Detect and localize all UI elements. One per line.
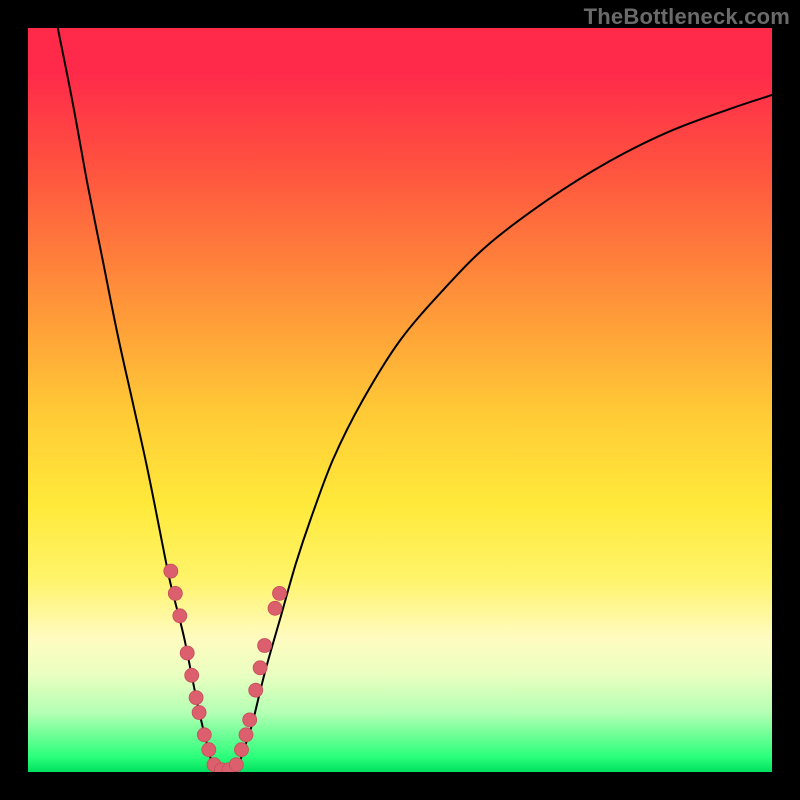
data-marker (229, 758, 243, 772)
data-marker (243, 713, 257, 727)
data-marker (235, 743, 249, 757)
data-marker (164, 564, 178, 578)
data-marker (180, 646, 194, 660)
data-marker (258, 639, 272, 653)
data-marker (197, 728, 211, 742)
data-marker (202, 743, 216, 757)
data-marker (249, 683, 263, 697)
data-marker (253, 661, 267, 675)
data-marker (268, 601, 282, 615)
data-marker (192, 706, 206, 720)
data-marker (185, 668, 199, 682)
data-marker (173, 609, 187, 623)
curve-left (58, 28, 214, 772)
data-marker (168, 586, 182, 600)
chart-svg (28, 28, 772, 772)
data-marker (273, 586, 287, 600)
marker-group (164, 564, 287, 772)
curve-right (236, 95, 772, 772)
data-marker (239, 728, 253, 742)
data-marker (189, 691, 203, 705)
watermark-label: TheBottleneck.com (584, 4, 790, 30)
